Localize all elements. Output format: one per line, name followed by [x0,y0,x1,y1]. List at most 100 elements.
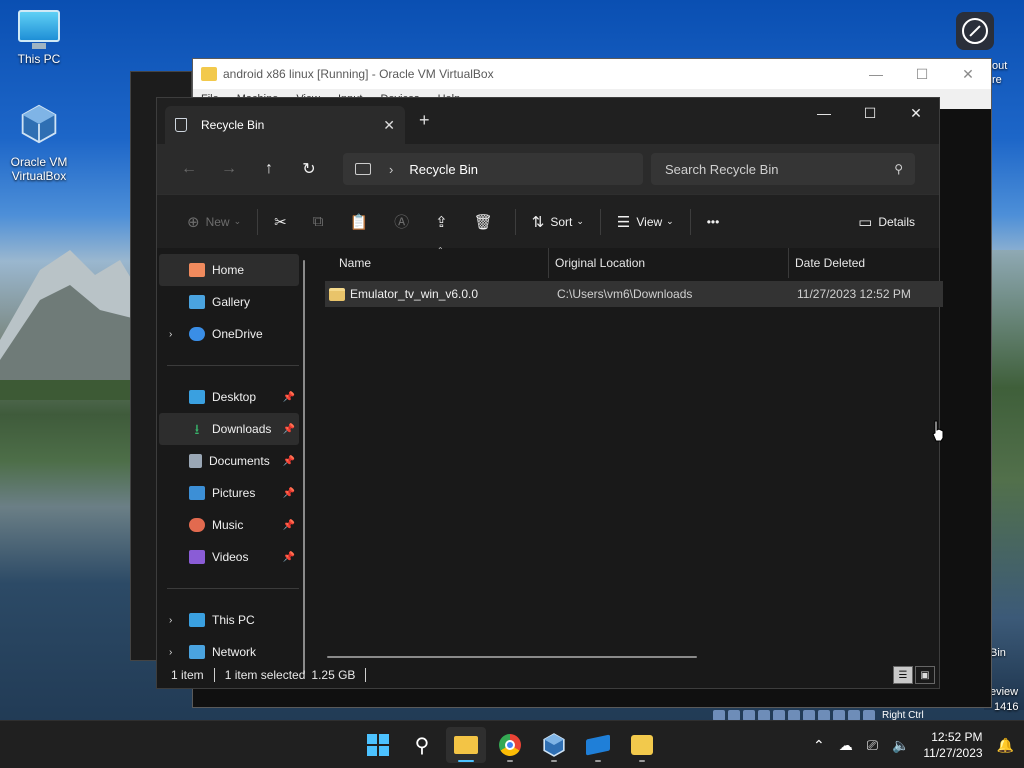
trash-icon: 🗑 [473,213,493,231]
column-original-location[interactable]: Original Location [549,248,789,278]
horizontal-scrollbar[interactable] [327,656,697,658]
status-bar: 1 item 1 item selected 1.25 GB ☰ ▣ [157,662,939,688]
rename-icon: Ⓐ [394,214,410,231]
usb-icon[interactable] [773,709,785,721]
command-bar: ⊕ New ⌄ ✂ ⧉ 📋 Ⓐ ⇪ 🗑 ⇅ Sort ⌄ ☰ View ⌄ ••… [157,194,939,248]
cell-location: C:\Users\vm6\Downloads [557,287,693,301]
pin-icon[interactable]: 📌 [283,520,295,531]
search-icon: ⚲ [894,162,903,176]
column-date-deleted[interactable]: Date Deleted [789,248,939,278]
paste-button[interactable]: 📋 [339,206,384,238]
share-button[interactable]: ⇪ [425,206,464,238]
details-pane-button[interactable]: ▭ Details [848,206,925,238]
recording-icon[interactable] [818,709,830,721]
back-arrow-icon[interactable]: ← [169,154,209,184]
maximize-button[interactable]: ☐ [847,98,893,128]
delete-button[interactable]: 🗑 [464,206,509,238]
sidebar-item-desktop[interactable]: Desktop 📌 [157,381,309,413]
more-options-button[interactable]: ••• [697,206,730,238]
file-explorer-window[interactable]: Recycle Bin ✕ + — ☐ ✕ ← → ↑ ↻ › Recycle … [156,97,943,689]
chevron-right-icon[interactable]: › [169,647,172,658]
sidebar-item-music[interactable]: Music 📌 [157,509,309,541]
display-icon[interactable] [803,709,815,721]
maximize-icon[interactable]: ☐ [899,66,945,83]
view-button[interactable]: ☰ View ⌄ [607,206,684,238]
chevron-right-icon[interactable]: › [169,329,172,340]
accessibility-icon[interactable] [956,12,994,50]
virtualbox-app-icon [201,67,217,81]
taskbar-virtualbox[interactable] [534,727,574,763]
address-bar[interactable]: › Recycle Bin [343,153,643,185]
hdd-icon[interactable] [713,709,725,721]
sidebar-item-downloads[interactable]: ⭳ Downloads 📌 [159,413,299,445]
sidebar-item-onedrive[interactable]: › OneDrive [157,318,309,350]
tab-recycle-bin[interactable]: Recycle Bin ✕ [165,106,405,144]
desktop-icon-this-pc[interactable]: This PC [0,10,78,66]
keyboard-icon[interactable] [863,709,875,721]
clock[interactable]: 12:52 PM 11/27/2023 [923,729,982,761]
column-name[interactable]: Name [309,248,549,278]
close-icon[interactable]: ✕ [945,66,991,83]
chevron-right-icon[interactable]: › [389,162,393,177]
copy-button[interactable]: ⧉ [303,206,340,238]
taskbar-android-vm[interactable] [622,727,662,763]
minimize-icon[interactable]: — [853,66,899,83]
refresh-icon[interactable]: ↻ [289,154,329,184]
cut-button[interactable]: ✂ [264,206,303,238]
sidebar-item-pictures[interactable]: Pictures 📌 [157,477,309,509]
sidebar-item-this-pc[interactable]: › This PC [157,604,309,636]
sidebar-item-label: Home [212,263,245,277]
chevron-right-icon[interactable]: › [169,615,172,626]
onedrive-offline-icon[interactable]: ☁ [839,737,853,754]
pin-icon[interactable]: 📌 [283,456,295,467]
notification-bell-icon[interactable]: 🔔 [997,737,1014,754]
this-pc-icon [189,613,205,627]
close-window-button[interactable]: ✕ [893,98,939,128]
network-icon[interactable] [758,709,770,721]
audio-icon[interactable] [743,709,755,721]
mouse-integration-icon[interactable] [848,709,860,721]
desktop-edge-text: eview [990,686,1019,698]
search-button[interactable]: ⚲ [402,727,442,763]
up-arrow-icon[interactable]: ↑ [249,154,289,184]
pin-icon[interactable]: 📌 [283,392,295,403]
pin-icon[interactable]: 📌 [283,424,295,435]
sidebar-item-gallery[interactable]: Gallery [157,286,309,318]
virtualbox-titlebar[interactable]: android x86 linux [Running] - Oracle VM … [193,59,991,89]
onedrive-icon [189,327,205,341]
chevron-up-icon[interactable]: ⌃ [813,737,825,754]
taskbar-apps: ⚲ [358,727,662,763]
file-list: ⌃ Name Original Location Date Deleted Em… [309,246,943,662]
details-pane-icon: ▭ [858,213,873,231]
tiles-view-icon[interactable]: ▣ [915,666,935,684]
search-input[interactable]: Search Recycle Bin ⚲ [651,153,915,185]
taskbar-file-explorer[interactable] [446,727,486,763]
start-button[interactable] [358,727,398,763]
new-tab-button[interactable]: + [419,110,430,131]
optical-icon[interactable] [728,709,740,721]
minimize-button[interactable]: — [801,98,847,128]
sidebar-item-videos[interactable]: Videos 📌 [157,541,309,573]
table-row[interactable]: Emulator_tv_win_v6.0.0 C:\Users\vm6\Down… [325,281,943,307]
network-status-icon[interactable]: ⎚ [867,737,878,754]
cpu-icon[interactable] [833,709,845,721]
taskbar-chrome[interactable] [490,727,530,763]
new-button[interactable]: ⊕ New ⌄ [177,206,251,238]
details-view-icon[interactable]: ☰ [893,666,913,684]
shared-folder-icon[interactable] [788,709,800,721]
cell-date: 11/27/2023 12:52 PM [797,287,911,301]
volume-muted-icon[interactable]: 🔈 [892,737,909,754]
taskbar-virtualbox-vm[interactable] [578,727,618,763]
forward-arrow-icon[interactable]: → [209,154,249,184]
pin-icon[interactable]: 📌 [283,488,295,499]
sort-button[interactable]: ⇅ Sort ⌄ [522,206,594,238]
item-count: 1 item [171,668,204,682]
sidebar-item-home[interactable]: Home [159,254,299,286]
sidebar-item-documents[interactable]: Documents 📌 [157,445,309,477]
file-name: Emulator_tv_win_v6.0.0 [350,287,479,301]
pin-icon[interactable]: 📌 [283,552,295,563]
desktop-icon-virtualbox[interactable]: Oracle VM VirtualBox [0,104,78,183]
close-tab-icon[interactable]: ✕ [383,117,395,134]
rename-button[interactable]: Ⓐ [384,206,425,238]
sidebar-scrollbar[interactable] [303,260,305,674]
